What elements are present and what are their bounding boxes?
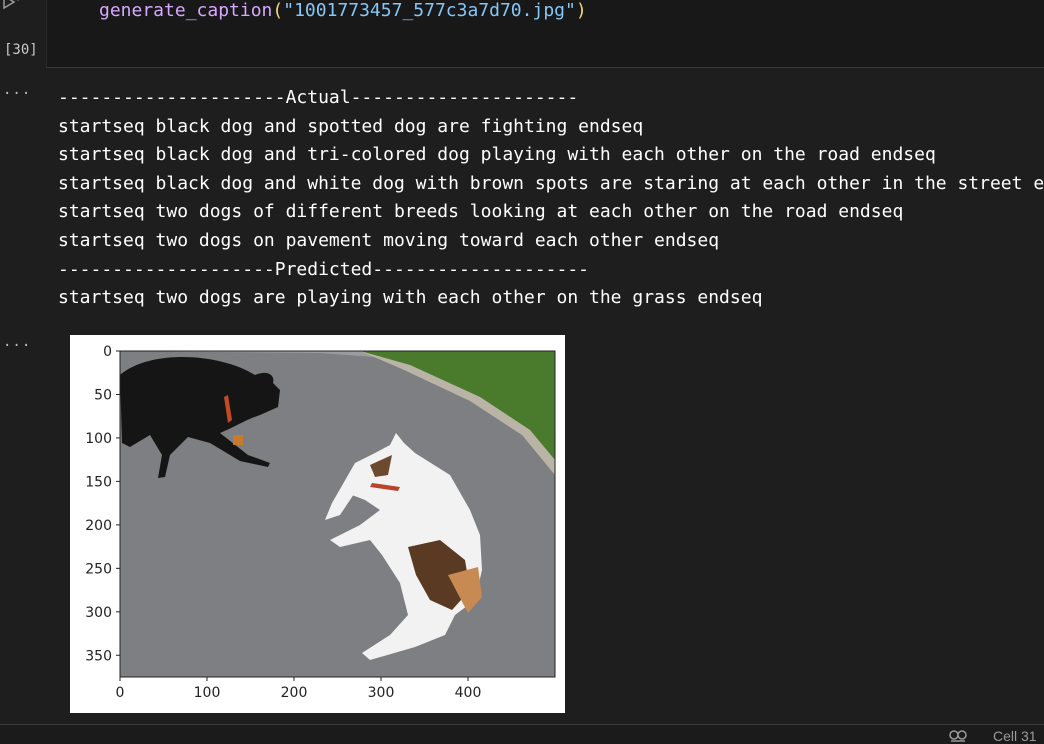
output-line: ---------------------Actual-------------… (58, 87, 579, 108)
figure-more-actions-icon[interactable]: ··· (3, 338, 31, 354)
output-line: startseq black dog and tri-colored dog p… (58, 144, 936, 166)
y-tick-label: 0 (103, 344, 112, 360)
black-dog-tag (233, 435, 243, 445)
code-cell: [30] generate_caption("1001773457_577c3a… (0, 0, 1044, 68)
output-line: startseq two dogs on pavement moving tow… (58, 229, 720, 251)
output-line: startseq two dogs are playing with each … (58, 287, 763, 309)
x-tick-label: 200 (281, 685, 308, 701)
x-tick-label: 400 (455, 685, 482, 701)
text-output: ---------------------Actual-------------… (58, 84, 1044, 313)
output-line: startseq two dogs of different breeds lo… (58, 201, 904, 223)
execution-count: [30] (4, 42, 38, 58)
output-line: --------------------Predicted-----------… (58, 258, 590, 280)
code-string-argument: "1001773457_577c3a7d70.jpg" (283, 0, 576, 21)
x-tick-label: 300 (368, 685, 395, 701)
cell-indicator[interactable]: Cell 31 (993, 728, 1037, 744)
y-tick-label: 100 (85, 431, 112, 447)
code-editor[interactable]: generate_caption("1001773457_577c3a7d70.… (46, 0, 1044, 68)
output-more-actions-icon[interactable]: ··· (3, 86, 31, 102)
y-tick-label: 300 (85, 605, 112, 621)
plot-svg: 0 50 100 150 200 250 300 350 0 100 200 300 400 (85, 344, 556, 701)
run-cell-icon[interactable] (2, 0, 22, 12)
y-tick-label: 200 (85, 518, 112, 534)
x-tick-label: 0 (116, 685, 125, 701)
x-tick-label: 100 (194, 685, 221, 701)
code-line: generate_caption("1001773457_577c3a7d70.… (99, 0, 587, 21)
y-tick-label: 350 (85, 648, 112, 664)
code-function-name: generate_caption (99, 0, 273, 21)
x-axis: 0 100 200 300 400 (116, 677, 482, 701)
output-line: startseq black dog and white dog with br… (58, 172, 1044, 194)
y-tick-label: 150 (85, 474, 112, 490)
code-close-paren: ) (575, 0, 587, 21)
y-axis: 0 50 100 150 200 250 300 350 (85, 344, 120, 664)
code-open-paren: ( (272, 0, 284, 21)
status-bar: Cell 31 (0, 724, 1044, 744)
copilot-icon[interactable] (948, 729, 968, 743)
dog-photo (120, 351, 555, 677)
image-plot: 0 50 100 150 200 250 300 350 0 100 200 300 400 (70, 335, 565, 713)
output-line: startseq black dog and spotted dog are f… (58, 115, 644, 137)
y-tick-label: 250 (85, 561, 112, 577)
y-tick-label: 50 (94, 387, 112, 403)
